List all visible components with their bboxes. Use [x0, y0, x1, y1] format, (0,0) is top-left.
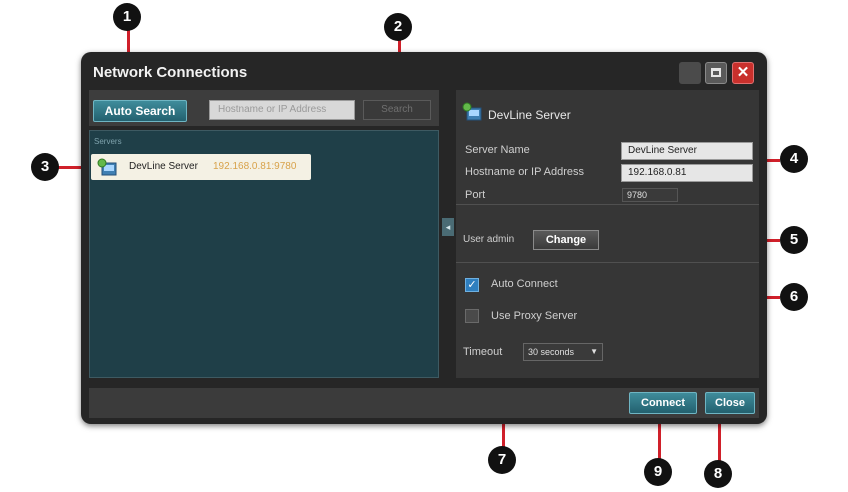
hostname-field[interactable]: 192.168.0.81 [621, 164, 753, 182]
port-field[interactable]: 9780 [622, 188, 678, 202]
port-label: Port [465, 189, 486, 201]
server-icon [97, 158, 117, 176]
auto-connect-checkbox[interactable]: ✓ [465, 278, 479, 292]
marker-4: 4 [780, 145, 808, 173]
callout-line-8 [718, 420, 721, 462]
timeout-select[interactable]: 30 seconds ▼ [523, 343, 603, 361]
close-window-button[interactable]: ✕ [732, 62, 754, 84]
change-user-button[interactable]: Change [533, 230, 599, 250]
minimize-button[interactable] [679, 62, 701, 84]
timeout-label: Timeout [463, 346, 503, 358]
server-list-item-name: DevLine Server [129, 161, 198, 172]
marker-2: 2 [384, 13, 412, 41]
use-proxy-checkbox[interactable] [465, 309, 479, 323]
user-label: User admin [463, 234, 515, 245]
auto-connect-label: Auto Connect [491, 278, 558, 290]
window-title: Network Connections [93, 64, 248, 81]
server-name-label: Server Name [465, 144, 530, 156]
marker-3: 3 [31, 153, 59, 181]
marker-5: 5 [780, 226, 808, 254]
chevron-down-icon: ▼ [590, 347, 598, 356]
maximize-button[interactable] [705, 62, 727, 84]
network-connections-window: Network Connections ✕ Auto Search Hostna… [81, 52, 767, 424]
hostname-search-input[interactable]: Hostname or IP Address [209, 100, 355, 120]
server-name-field[interactable]: DevLine Server [621, 142, 753, 160]
collapse-panel-handle[interactable]: ◂ [442, 218, 454, 236]
marker-9: 9 [644, 458, 672, 486]
details-divider [456, 204, 759, 205]
server-list-item[interactable]: DevLine Server 192.168.0.81:9780 [91, 154, 311, 180]
server-list-item-address: 192.168.0.81:9780 [213, 161, 297, 172]
timeout-select-value: 30 seconds [528, 347, 575, 357]
use-proxy-label: Use Proxy Server [491, 310, 578, 322]
marker-7: 7 [488, 446, 516, 474]
callout-line-9 [658, 420, 661, 460]
marker-6: 6 [780, 283, 808, 311]
server-list-heading: Servers [94, 137, 122, 146]
connect-button[interactable]: Connect [629, 392, 697, 414]
marker-1: 1 [113, 3, 141, 31]
server-details-title: DevLine Server [488, 108, 571, 122]
auto-search-button[interactable]: Auto Search [93, 100, 187, 122]
details-divider [456, 262, 759, 263]
hostname-label: Hostname or IP Address [465, 166, 585, 178]
search-button[interactable]: Search [363, 100, 431, 120]
server-icon [462, 102, 482, 121]
marker-8: 8 [704, 460, 732, 488]
close-button[interactable]: Close [705, 392, 755, 414]
